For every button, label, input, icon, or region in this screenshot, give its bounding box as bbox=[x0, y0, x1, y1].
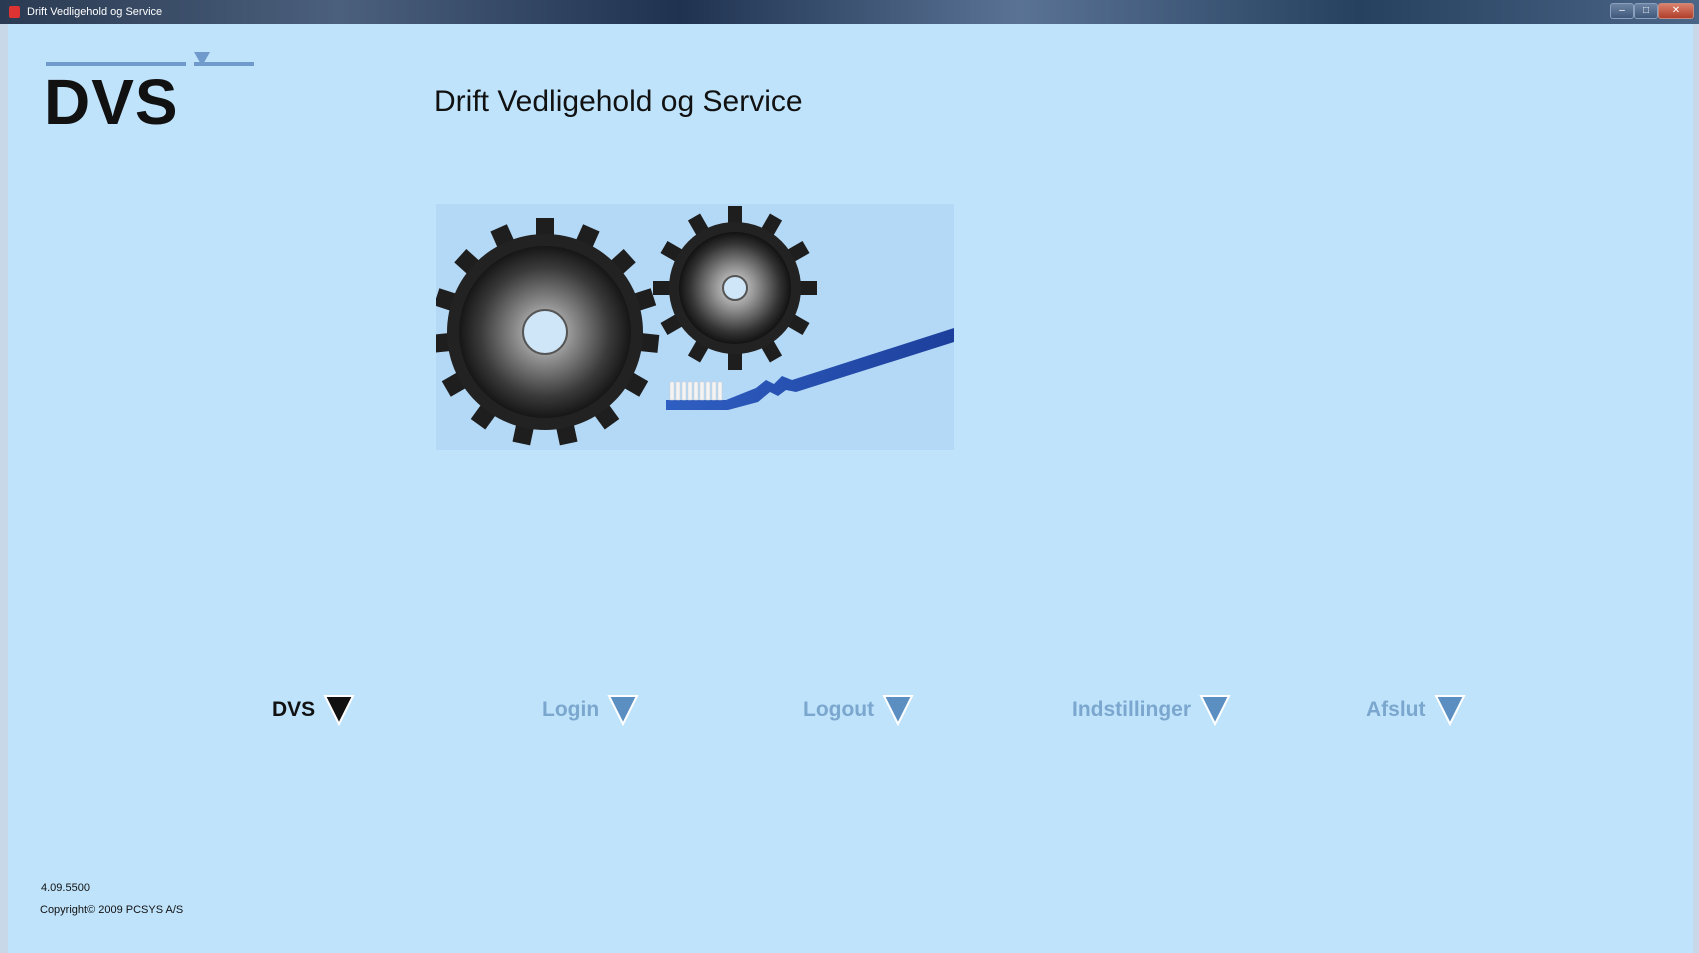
copyright-text: Copyright© 2009 PCSYS A/S bbox=[40, 904, 184, 916]
triangle-down-icon bbox=[882, 695, 914, 727]
nav-item-afslut[interactable]: Afslut bbox=[1366, 690, 1466, 730]
logo-text: DVS bbox=[44, 66, 179, 138]
nav-item-label: Login bbox=[542, 698, 600, 721]
hero-image bbox=[436, 204, 954, 450]
nav-item-logout[interactable]: Logout bbox=[803, 690, 914, 730]
close-button[interactable]: ✕ bbox=[1658, 3, 1694, 19]
minimize-button[interactable]: – bbox=[1610, 3, 1634, 19]
window-titlebar: Drift Vedligehold og Service – □ ✕ bbox=[0, 0, 1699, 24]
window-title: Drift Vedligehold og Service bbox=[27, 6, 163, 18]
nav-item-dvs[interactable]: DVS bbox=[272, 690, 355, 730]
nav-item-indstillinger[interactable]: Indstillinger bbox=[1072, 690, 1231, 730]
dvs-logo: DVS bbox=[44, 48, 264, 138]
nav-item-label: Logout bbox=[803, 698, 875, 721]
triangle-down-icon bbox=[1433, 695, 1466, 727]
triangle-down-icon bbox=[323, 695, 355, 727]
nav-item-login[interactable]: Login bbox=[542, 690, 639, 730]
window-frame-right bbox=[1693, 24, 1699, 953]
app-icon bbox=[9, 6, 20, 18]
triangle-down-icon bbox=[1199, 695, 1231, 727]
nav-item-label: Indstillinger bbox=[1072, 698, 1192, 721]
maximize-button[interactable]: □ bbox=[1634, 3, 1658, 19]
nav-item-label: DVS bbox=[272, 698, 316, 721]
version-text: 4.09.5500 bbox=[41, 882, 90, 894]
triangle-down-icon bbox=[607, 695, 639, 727]
window-frame-left bbox=[0, 24, 8, 953]
nav-item-label: Afslut bbox=[1366, 698, 1426, 721]
page-title: Drift Vedligehold og Service bbox=[434, 85, 803, 118]
